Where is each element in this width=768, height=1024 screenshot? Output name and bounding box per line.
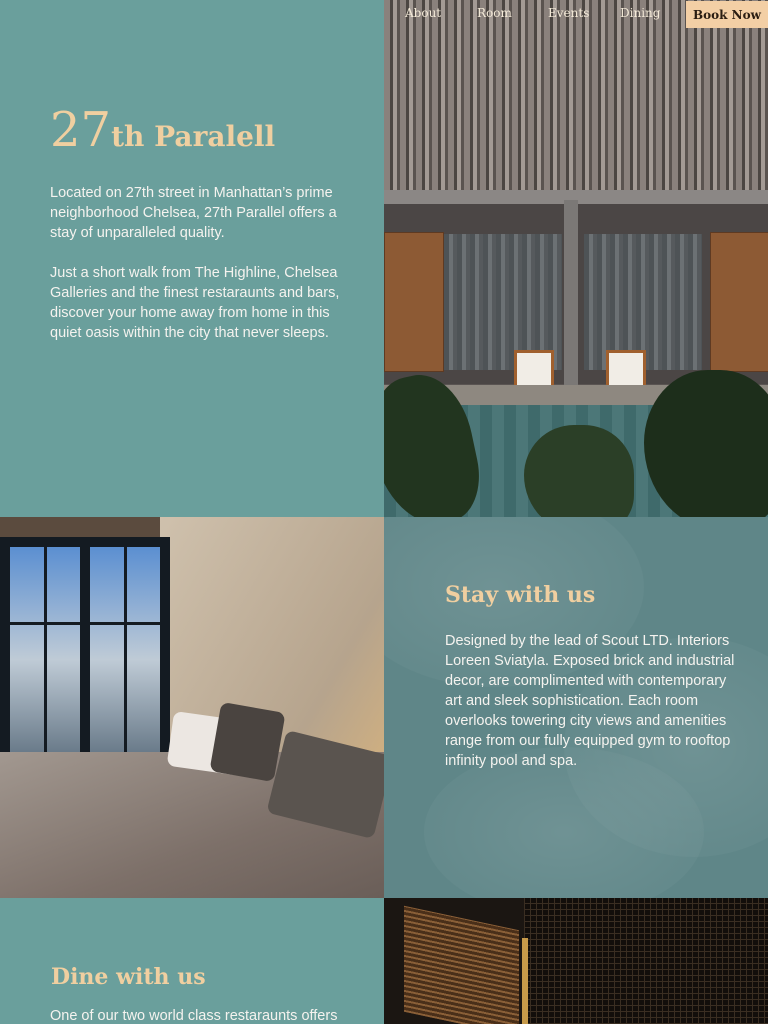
intro-paragraph-2: Just a short walk from The Highline, Che… xyxy=(50,265,340,341)
dine-paragraph: One of our two world class restaraunts o… xyxy=(50,1008,338,1024)
hotel-title: 27th Paralell xyxy=(50,102,275,158)
hotel-pool-photo xyxy=(384,0,768,517)
dine-heading: Dine with us xyxy=(51,964,206,990)
nav-dining[interactable]: Dining xyxy=(620,6,660,20)
title-number: 27 xyxy=(50,102,112,158)
nav-about[interactable]: About xyxy=(405,6,441,20)
title-rest: th Paralell xyxy=(111,120,276,153)
stay-paragraph: Designed by the lead of Scout LTD. Inter… xyxy=(445,633,735,769)
bedroom-photo xyxy=(0,517,384,898)
top-nav: About Room Events Dining Book Now xyxy=(384,0,768,28)
hero-intro: 27th Paralell Located on 27th street in … xyxy=(0,0,384,517)
stay-heading: Stay with us xyxy=(445,582,596,608)
intro-paragraph-1: Located on 27th street in Manhattan’s pr… xyxy=(50,185,337,241)
nav-room[interactable]: Room xyxy=(477,6,512,20)
dine-section: Dine with us One of our two world class … xyxy=(0,898,384,1024)
stay-section: Stay with us Designed by the lead of Sco… xyxy=(384,517,768,898)
book-now-button[interactable]: Book Now xyxy=(686,1,768,28)
restaurant-photo xyxy=(384,898,768,1024)
nav-events[interactable]: Events xyxy=(548,6,589,20)
